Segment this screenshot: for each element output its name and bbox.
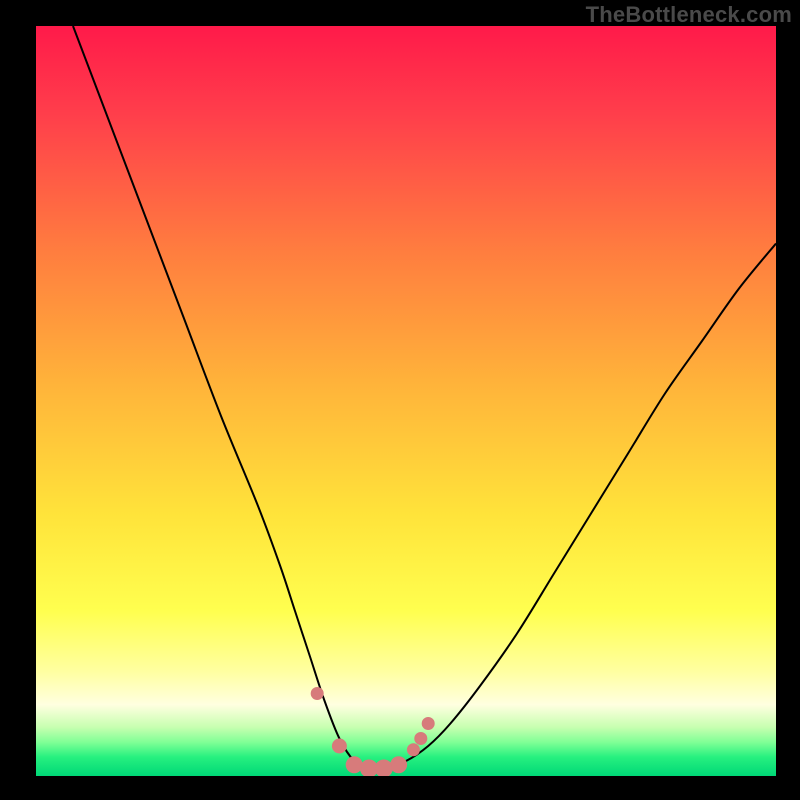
marker-point bbox=[415, 733, 427, 745]
watermark-label: TheBottleneck.com bbox=[586, 2, 792, 28]
marker-point bbox=[407, 744, 419, 756]
marker-point bbox=[332, 739, 346, 753]
marker-point bbox=[391, 757, 407, 773]
chart-frame: TheBottleneck.com bbox=[0, 0, 800, 800]
gradient-background bbox=[36, 26, 776, 776]
bottleneck-chart bbox=[36, 26, 776, 776]
marker-point bbox=[422, 718, 434, 730]
marker-point bbox=[311, 688, 323, 700]
marker-point bbox=[375, 760, 392, 776]
plot-area bbox=[36, 26, 776, 776]
marker-point bbox=[346, 757, 362, 773]
